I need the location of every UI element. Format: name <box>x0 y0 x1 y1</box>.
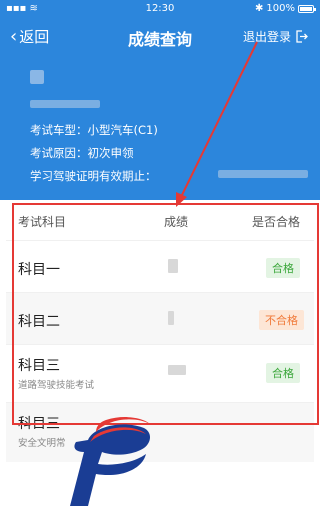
table-row[interactable]: 科目三 道路驾驶技能考试 合格 <box>6 344 314 402</box>
redacted-name <box>30 70 44 84</box>
header-subject: 考试科目 <box>18 215 67 229</box>
row-subject: 科目二 <box>18 314 60 330</box>
row-subject: 科目三 <box>18 358 60 374</box>
vehicle-type: 考试车型：小型汽车(C1) <box>30 123 158 137</box>
header-score: 成绩 <box>164 215 189 229</box>
result-badge: 不合格 <box>259 310 304 330</box>
status-bar: ▪▪▪ ≋ 12:30 ✱ 100% <box>0 0 320 18</box>
permit-validity: 学习驾驶证明有效期止： <box>30 169 157 183</box>
redacted-id <box>30 100 100 108</box>
redacted-score <box>168 311 174 325</box>
logout-label: 退出登录 <box>242 30 291 44</box>
battery-percent: 100% <box>266 3 295 14</box>
bluetooth-icon: ✱ <box>255 3 264 14</box>
brand-logo <box>70 417 150 506</box>
table-row[interactable]: 科目三 安全文明常 <box>6 402 314 462</box>
redacted-score <box>168 259 178 273</box>
table-row[interactable]: 科目二 不合格 <box>6 292 314 344</box>
table-header: 考试科目 成绩 是否合格 <box>6 200 314 240</box>
logout-icon <box>296 30 308 43</box>
result-badge: 合格 <box>266 258 300 278</box>
exam-reason: 考试原因：初次申领 <box>30 146 134 160</box>
results-card: 考试科目 成绩 是否合格 科目一 合格 科目二 不合格 科目三 道路驾驶技能考试… <box>6 200 314 506</box>
battery-icon <box>298 4 316 13</box>
redacted-date <box>218 170 308 178</box>
battery-fill <box>300 6 312 11</box>
row-note: 安全文明常 <box>18 438 66 449</box>
status-right: ✱ 100% <box>255 3 316 14</box>
table-row[interactable]: 科目一 合格 <box>6 240 314 292</box>
logout-button[interactable]: 退出登录 <box>243 28 308 45</box>
header-pass: 是否合格 <box>252 215 301 229</box>
row-subject: 科目一 <box>18 262 60 278</box>
row-subject: 科目三 <box>18 416 60 432</box>
nav-bar: ‹ 返回 成绩查询 退出登录 <box>0 22 320 52</box>
header-panel: ▪▪▪ ≋ 12:30 ✱ 100% ‹ 返回 成绩查询 退出登录 考试车型：小… <box>0 0 320 200</box>
result-badge: 合格 <box>266 363 300 383</box>
row-note: 道路驾驶技能考试 <box>18 380 95 391</box>
redacted-score <box>168 365 186 375</box>
